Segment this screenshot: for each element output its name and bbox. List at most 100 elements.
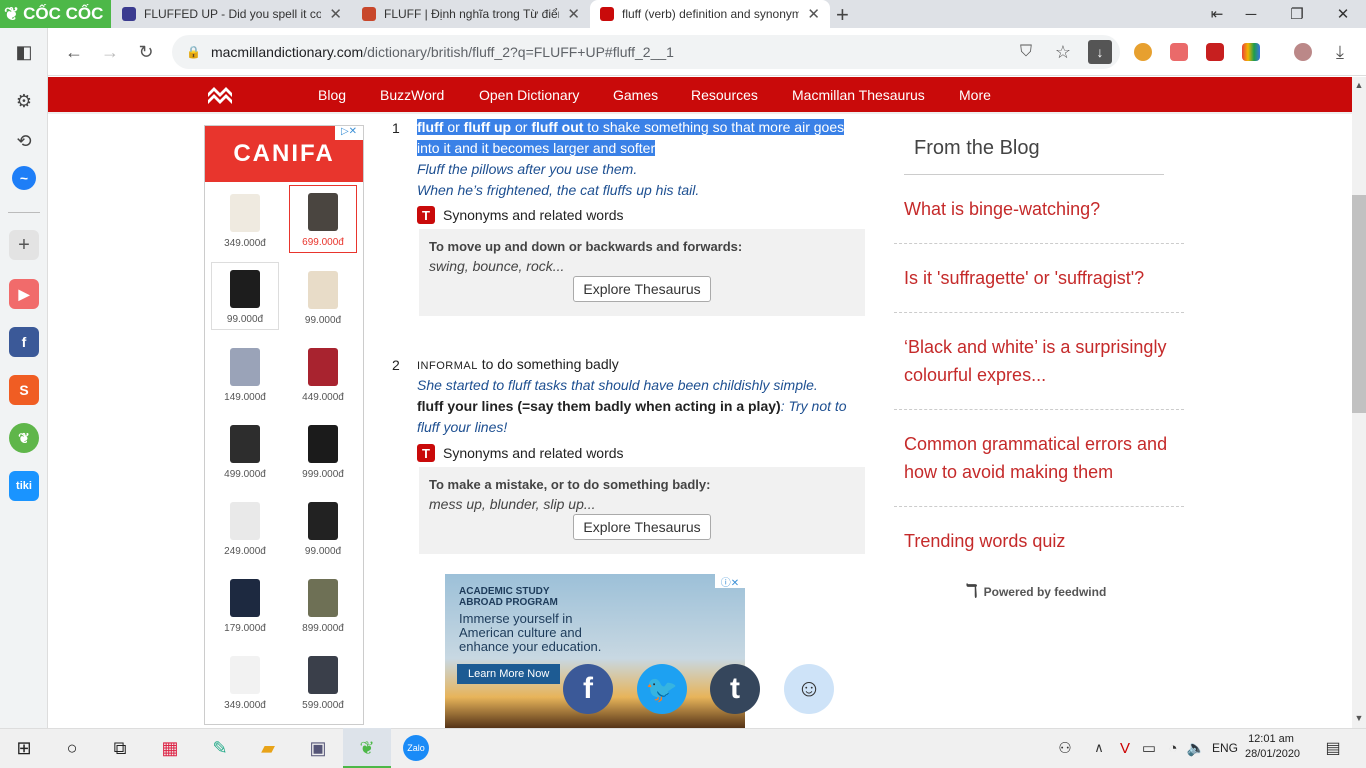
close-tab-icon[interactable]: ✕ <box>567 5 580 23</box>
blog-separator <box>894 243 1184 244</box>
shopee-icon[interactable]: S <box>9 375 39 405</box>
messenger-icon[interactable]: ~ <box>12 166 36 190</box>
coccoc-menu-button[interactable]: ❦ CỐC CỐC <box>0 0 111 28</box>
twitter-share-icon[interactable]: 🐦 <box>637 664 687 714</box>
product-item[interactable]: 899.000đ <box>289 570 357 638</box>
blog-link[interactable]: Trending words quiz <box>904 527 1184 555</box>
tumblr-share-icon[interactable]: t <box>710 664 760 714</box>
extension-3-icon[interactable] <box>1206 43 1224 61</box>
product-item[interactable]: 499.000đ <box>211 416 279 484</box>
blog-link[interactable]: ‘Black and white’ is a surprisingly colo… <box>904 333 1174 389</box>
profile-avatar[interactable] <box>1294 43 1312 61</box>
battery-icon[interactable]: ▭ <box>1136 735 1162 761</box>
nav-games[interactable]: Games <box>613 87 658 103</box>
address-bar[interactable]: 🔒 macmillandictionary.com/dictionary/bri… <box>172 35 1120 69</box>
adchoices-icon[interactable]: ▷✕ <box>335 126 363 140</box>
download-ext-icon[interactable]: ↓ <box>1088 40 1112 64</box>
nav-thesaurus[interactable]: Macmillan Thesaurus <box>792 87 925 103</box>
explore-thesaurus-button[interactable]: Explore Thesaurus <box>573 276 711 302</box>
blog-link[interactable]: Common grammatical errors and how to avo… <box>904 430 1184 486</box>
zalo-taskbar-icon[interactable]: Zalo <box>403 735 429 761</box>
volume-icon[interactable]: 🔈 <box>1183 735 1209 761</box>
nav-open-dictionary[interactable]: Open Dictionary <box>479 87 579 103</box>
sidebar-toggle-icon[interactable]: ◧ <box>9 37 39 67</box>
thesaurus-words[interactable]: mess up, blunder, slip up... <box>429 496 855 512</box>
tab-1[interactable]: FLUFFED UP - Did you spell it corr ✕ <box>112 0 352 28</box>
paint-taskbar-icon[interactable]: ✎ <box>207 735 233 761</box>
tiki-icon[interactable]: tiki <box>9 471 39 501</box>
extension-4-icon[interactable] <box>1242 43 1260 61</box>
history-icon[interactable]: ⟲ <box>9 126 39 156</box>
windows-start-icon[interactable]: ⊞ <box>11 735 37 761</box>
nav-more[interactable]: More <box>959 87 991 103</box>
product-item[interactable]: 99.000đ <box>289 262 357 330</box>
url-host: macmillandictionary.com <box>210 44 364 60</box>
vietkey-icon[interactable]: V <box>1112 735 1138 761</box>
restore-icon[interactable]: ❐ <box>1274 0 1320 28</box>
product-image <box>308 271 338 309</box>
facebook-share-icon[interactable]: f <box>563 664 613 714</box>
product-item[interactable]: 149.000đ <box>211 339 279 407</box>
new-tab-button[interactable]: + <box>836 2 849 28</box>
blog-link[interactable]: Is it 'suffragette' or 'suffragist'? <box>904 264 1184 292</box>
tray-expand-icon[interactable]: ∧ <box>1086 735 1112 761</box>
youtube-icon[interactable]: ▶ <box>9 279 39 309</box>
product-item[interactable]: 349.000đ <box>211 647 279 715</box>
system-clock[interactable]: 12:01 am 28/01/2020 <box>1245 732 1300 762</box>
extension-2-icon[interactable] <box>1170 43 1188 61</box>
coccoc-taskbar-icon[interactable]: ❦ <box>354 735 380 761</box>
learn-more-button[interactable]: Learn More Now <box>457 664 561 684</box>
notification-icon[interactable]: ▤ <box>1320 735 1346 761</box>
task-view-icon[interactable]: ⧉ <box>107 735 133 761</box>
people-icon[interactable]: ⚇ <box>1052 735 1078 761</box>
blog-link[interactable]: What is binge-watching? <box>904 195 1184 223</box>
product-item[interactable]: 699.000đ <box>289 185 357 253</box>
minimize-icon[interactable]: ─ <box>1228 0 1274 28</box>
add-app-icon[interactable]: + <box>9 230 39 260</box>
bookmark-star-icon[interactable]: ☆ <box>1051 40 1075 64</box>
settings-gear-icon[interactable]: ⚙ <box>9 86 39 116</box>
product-item[interactable]: 99.000đ <box>289 493 357 561</box>
product-item[interactable]: 179.000đ <box>211 570 279 638</box>
close-tab-icon[interactable]: ✕ <box>329 5 342 23</box>
synonyms-toggle[interactable]: T Synonyms and related words <box>417 206 624 224</box>
reddit-share-icon[interactable]: ☺ <box>784 664 834 714</box>
explore-thesaurus-button[interactable]: Explore Thesaurus <box>573 514 711 540</box>
extension-1-icon[interactable] <box>1134 43 1152 61</box>
close-tab-icon[interactable]: ✕ <box>807 5 820 23</box>
file-explorer-icon[interactable]: ▰ <box>255 735 281 761</box>
shield-icon[interactable]: ⛉ <box>1014 40 1038 64</box>
nav-resources[interactable]: Resources <box>691 87 758 103</box>
tab-2[interactable]: FLUFF | Định nghĩa trong Từ điển t ✕ <box>352 0 590 28</box>
product-item[interactable]: 999.000đ <box>289 416 357 484</box>
scrollbar-thumb[interactable] <box>1352 195 1366 413</box>
back-icon[interactable]: ← <box>62 40 86 64</box>
facebook-icon[interactable]: f <box>9 327 39 357</box>
download-icon[interactable]: ⤓ <box>1328 40 1352 64</box>
app-taskbar-icon[interactable]: ▦ <box>157 735 183 761</box>
nav-blog[interactable]: Blog <box>318 87 346 103</box>
synonyms-toggle[interactable]: T Synonyms and related words <box>417 444 624 462</box>
scroll-down-icon[interactable]: ▼ <box>1352 713 1366 723</box>
input-language[interactable]: ENG <box>1212 741 1238 755</box>
scroll-up-icon[interactable]: ▲ <box>1352 80 1366 90</box>
reload-icon[interactable]: ↻ <box>134 40 158 64</box>
search-icon[interactable]: ○ <box>59 735 85 761</box>
nav-buzzword[interactable]: BuzzWord <box>380 87 444 103</box>
forward-icon[interactable]: → <box>98 40 122 64</box>
coccoc-app-icon[interactable]: ❦ <box>9 423 39 453</box>
canifa-ad[interactable]: CANIFA ▷✕ 349.000đ 699.000đ 99.000đ 99.000đ… <box>204 125 364 725</box>
clock-time: 12:01 am <box>1248 733 1294 745</box>
close-window-icon[interactable]: ✕ <box>1320 0 1366 28</box>
product-item[interactable]: 99.000đ <box>211 262 279 330</box>
adchoices-icon[interactable]: ⓘ✕ <box>715 574 745 589</box>
thesaurus-words[interactable]: swing, bounce, rock... <box>429 258 855 274</box>
macmillan-logo-icon[interactable] <box>206 83 234 105</box>
product-item[interactable]: 249.000đ <box>211 493 279 561</box>
product-item[interactable]: 349.000đ <box>211 185 279 253</box>
product-item[interactable]: 449.000đ <box>289 339 357 407</box>
feedwind-credit[interactable]: ℸ Powered by feedwind <box>966 581 1106 602</box>
product-item[interactable]: 599.000đ <box>289 647 357 715</box>
tab-3-active[interactable]: fluff (verb) definition and synonym ✕ <box>590 0 830 28</box>
tool-taskbar-icon[interactable]: ▣ <box>305 735 331 761</box>
